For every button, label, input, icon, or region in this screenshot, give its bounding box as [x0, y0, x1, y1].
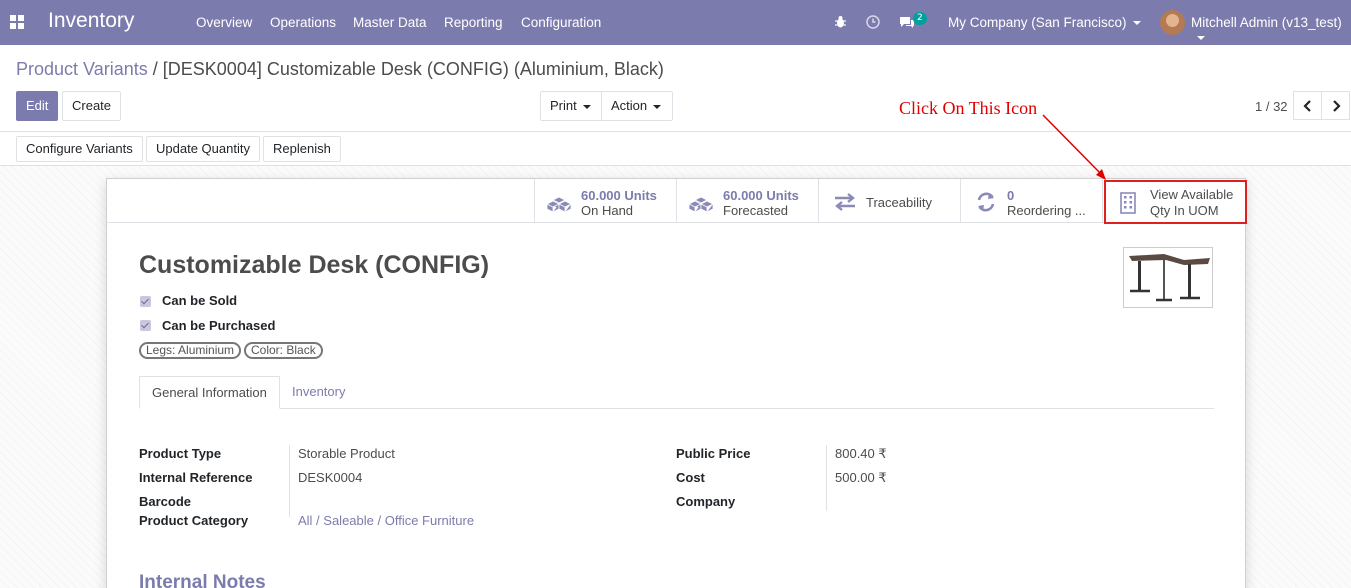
- attribute-tag: Color: Black: [244, 342, 323, 359]
- tab-general-information[interactable]: General Information: [139, 376, 280, 409]
- app-title[interactable]: Inventory: [48, 9, 134, 33]
- notebook-tabs: General Information Inventory: [139, 376, 1214, 409]
- cubes-icon: [546, 196, 572, 212]
- annotation-highlight-box: [1104, 180, 1247, 224]
- barcode-label: Barcode: [139, 494, 192, 509]
- product-category-link[interactable]: All / Saleable / Office Furniture: [298, 513, 474, 528]
- on-hand-label: On Hand: [581, 203, 634, 218]
- breadcrumb-current: [DESK0004] Customizable Desk (CONFIG) (A…: [162, 59, 664, 79]
- public-price-label: Public Price: [676, 446, 751, 461]
- replenish-button[interactable]: Replenish: [263, 136, 341, 162]
- company-switcher[interactable]: My Company (San Francisco): [948, 15, 1141, 30]
- chevron-left-icon: [1303, 100, 1311, 112]
- internal-reference-label: Internal Reference: [139, 470, 253, 485]
- breadcrumb: Product Variants / [DESK0004] Customizab…: [16, 59, 664, 80]
- reordering-button[interactable]: 0 Reordering ...: [960, 179, 1103, 223]
- can-be-purchased-label: Can be Purchased: [162, 318, 276, 333]
- breadcrumb-separator: /: [152, 59, 158, 79]
- reordering-label: Reordering ...: [1007, 203, 1086, 218]
- traceability-button[interactable]: Traceability: [818, 179, 961, 223]
- product-type-label: Product Type: [139, 446, 222, 461]
- field-divider: [289, 445, 290, 517]
- can-be-purchased-checkbox[interactable]: [140, 320, 151, 331]
- caret-down-icon: [1197, 36, 1205, 41]
- caret-down-icon: [582, 104, 591, 109]
- can-be-sold-label: Can be Sold: [162, 293, 238, 308]
- action-dropdown[interactable]: Action: [601, 91, 673, 121]
- smart-button-box: 60.000 Units On Hand 60.000 Units Foreca…: [107, 179, 1247, 224]
- control-panel: Product Variants / [DESK0004] Customizab…: [0, 45, 1351, 132]
- forecasted-label: Forecasted: [723, 203, 789, 218]
- internal-notes-heading: Internal Notes: [139, 572, 266, 588]
- menu-overview[interactable]: Overview: [196, 15, 252, 30]
- user-menu[interactable]: Mitchell Admin (v13_test): [1191, 15, 1351, 45]
- user-avatar[interactable]: [1160, 10, 1185, 35]
- top-navbar: Inventory Overview Operations Master Dat…: [0, 0, 1351, 45]
- can-be-sold-checkbox[interactable]: [140, 296, 151, 307]
- breadcrumb-parent-link[interactable]: Product Variants: [16, 59, 148, 79]
- create-button[interactable]: Create: [62, 91, 122, 121]
- activity-clock-icon[interactable]: [866, 15, 880, 29]
- on-hand-button[interactable]: 60.000 Units On Hand: [534, 179, 677, 223]
- annotation-text: Click On This Icon: [899, 98, 1038, 118]
- print-dropdown[interactable]: Print: [540, 91, 602, 121]
- tab-inventory[interactable]: Inventory: [280, 376, 357, 409]
- menu-configuration[interactable]: Configuration: [521, 15, 601, 30]
- configure-variants-button[interactable]: Configure Variants: [16, 136, 143, 162]
- forecasted-value: 60.000 Units: [723, 188, 799, 203]
- traceability-label: Traceability: [866, 195, 932, 210]
- product-image[interactable]: [1123, 247, 1213, 308]
- company-label: Company: [676, 494, 736, 509]
- reordering-value: 0: [1007, 188, 1015, 203]
- pager-previous-button[interactable]: [1293, 91, 1322, 120]
- chat-count-badge: 2: [913, 12, 927, 25]
- refresh-icon: [977, 192, 995, 212]
- chevron-right-icon: [1333, 100, 1341, 112]
- caret-down-icon: [653, 104, 662, 109]
- user-name: Mitchell Admin (v13_test): [1191, 15, 1342, 30]
- menu-reporting[interactable]: Reporting: [444, 15, 503, 30]
- statusbar: Configure Variants Update Quantity Reple…: [0, 132, 1351, 166]
- form-sheet: 60.000 Units On Hand 60.000 Units Foreca…: [106, 178, 1247, 588]
- exchange-icon: [835, 193, 855, 211]
- product-type-field[interactable]: Storable Product: [298, 446, 395, 461]
- company-name: My Company (San Francisco): [948, 15, 1127, 30]
- internal-reference-field[interactable]: DESK0004: [298, 470, 362, 485]
- field-divider: [826, 445, 827, 511]
- on-hand-value: 60.000 Units: [581, 188, 657, 203]
- product-name[interactable]: Customizable Desk (CONFIG): [139, 251, 489, 280]
- caret-down-icon: [1132, 21, 1141, 26]
- cubes-icon: [688, 196, 714, 212]
- pager-next-button[interactable]: [1321, 91, 1350, 120]
- menu-master-data[interactable]: Master Data: [353, 15, 427, 30]
- update-quantity-button[interactable]: Update Quantity: [146, 136, 260, 162]
- cost-field[interactable]: 500.00 ₹: [835, 470, 887, 486]
- public-price-field[interactable]: 800.40 ₹: [835, 446, 887, 462]
- attribute-tag: Legs: Aluminium: [139, 342, 242, 359]
- annotation-arrow-icon: [1042, 114, 1106, 180]
- bug-icon[interactable]: [834, 15, 847, 29]
- product-category-label: Product Category: [139, 513, 249, 528]
- pager-value[interactable]: 1 / 32: [1255, 99, 1288, 114]
- apps-menu-icon[interactable]: [10, 15, 24, 29]
- menu-operations[interactable]: Operations: [270, 15, 336, 30]
- cost-label: Cost: [676, 470, 705, 485]
- action-label: Action: [611, 98, 648, 113]
- print-label: Print: [550, 98, 577, 113]
- forecasted-button[interactable]: 60.000 Units Forecasted: [676, 179, 819, 223]
- edit-button[interactable]: Edit: [16, 91, 59, 121]
- desk-image: [1129, 254, 1210, 302]
